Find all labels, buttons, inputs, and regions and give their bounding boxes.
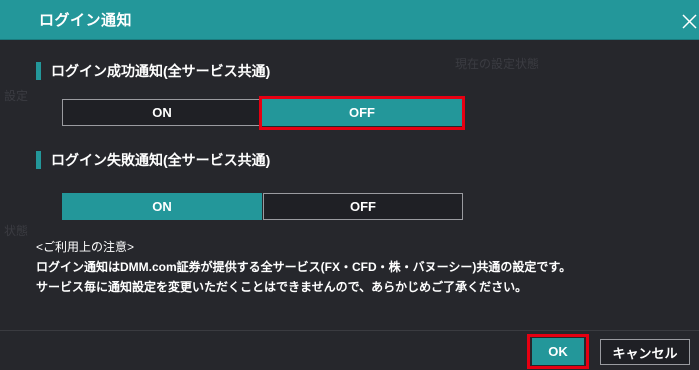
background-text: 現在の設定状態	[455, 57, 540, 71]
failure-section-label: ログイン失敗通知(全サービス共通)	[36, 150, 270, 170]
notes-line-1: ログイン通知はDMM.com証券が提供する全サービス(FX・CFD・株・バヌーシ…	[36, 260, 572, 274]
background-text: 設定	[4, 89, 29, 103]
notes-heading: <ご利用上の注意>	[36, 240, 135, 254]
cancel-label: キャンセル	[612, 345, 678, 361]
success-on-button[interactable]: ON	[62, 99, 262, 126]
success-on-label: ON	[152, 105, 172, 120]
failure-on-label: ON	[152, 199, 172, 214]
dialog-title: ログイン通知	[39, 12, 133, 29]
success-section-label: ログイン成功通知(全サービス共通)	[36, 61, 270, 81]
success-off-button[interactable]: OFF	[262, 99, 462, 126]
notes-line-2: サービス毎に通知設定を変更いただくことはできませんので、あらかじめご了承ください…	[36, 280, 528, 294]
ok-label: OK	[548, 344, 568, 359]
cancel-button[interactable]: キャンセル	[600, 339, 690, 365]
dialog-titlebar: ログイン通知	[0, 0, 699, 40]
failure-off-label: OFF	[350, 199, 376, 214]
background-text: 状態	[4, 224, 29, 238]
section-marker	[36, 151, 41, 169]
success-off-label: OFF	[349, 105, 375, 120]
failure-off-button[interactable]: OFF	[263, 193, 463, 220]
failure-on-button[interactable]: ON	[62, 193, 262, 220]
close-icon[interactable]	[679, 11, 699, 31]
ok-button[interactable]: OK	[532, 338, 584, 365]
login-notification-dialog: 現在の設定状態 設定 状態 ログイン通知 ログイン成功通知(全サービス共通) O…	[0, 0, 699, 370]
failure-section-title: ログイン失敗通知(全サービス共通)	[51, 152, 271, 168]
section-marker	[36, 62, 41, 80]
dialog-footer	[0, 330, 699, 370]
success-section-title: ログイン成功通知(全サービス共通)	[51, 63, 271, 79]
